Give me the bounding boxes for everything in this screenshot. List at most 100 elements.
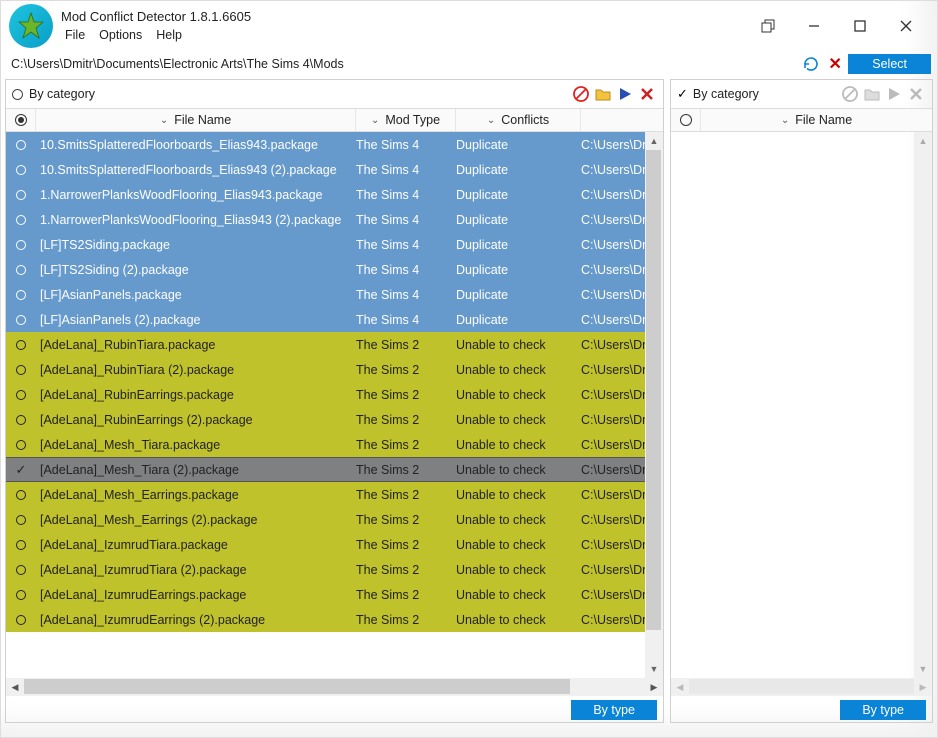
- row-select-circle[interactable]: [6, 415, 36, 425]
- row-select-circle[interactable]: [6, 140, 36, 150]
- row-select-circle[interactable]: [6, 290, 36, 300]
- close-icon[interactable]: [883, 11, 929, 41]
- row-select-circle[interactable]: [6, 590, 36, 600]
- row-select-circle[interactable]: [6, 190, 36, 200]
- cell-filename: [AdeLana]_Mesh_Tiara (2).package: [36, 463, 356, 477]
- table-row[interactable]: 1.NarrowerPlanksWoodFlooring_Elias943 (2…: [6, 207, 663, 232]
- right-toolbar-icons: [840, 84, 926, 104]
- h-scroll-thumb[interactable]: [24, 679, 570, 694]
- row-select-circle[interactable]: [6, 540, 36, 550]
- by-category-check-right[interactable]: ✓: [677, 86, 688, 102]
- menu-help[interactable]: Help: [154, 26, 192, 44]
- table-row[interactable]: [AdeLana]_Mesh_Tiara.packageThe Sims 2Un…: [6, 432, 663, 457]
- select-button[interactable]: Select: [848, 54, 931, 74]
- table-row[interactable]: [AdeLana]_IzumrudEarrings (2).packageThe…: [6, 607, 663, 632]
- row-select-circle[interactable]: [6, 240, 36, 250]
- right-body: ⌄File Name ▲ ▼ ◀ ▶: [671, 108, 932, 696]
- table-row[interactable]: 10.SmitsSplatteredFloorboards_Elias943.p…: [6, 132, 663, 157]
- play-icon[interactable]: [615, 84, 635, 104]
- cell-modtype: The Sims 4: [356, 138, 456, 152]
- row-select-circle[interactable]: [6, 515, 36, 525]
- no-entry-icon[interactable]: [571, 84, 591, 104]
- cell-conflict: Duplicate: [456, 288, 581, 302]
- delete-icon[interactable]: [637, 84, 657, 104]
- table-row[interactable]: [AdeLana]_RubinTiara.packageThe Sims 2Un…: [6, 332, 663, 357]
- left-vertical-scrollbar[interactable]: ▲ ▼: [645, 132, 663, 678]
- table-row[interactable]: 1.NarrowerPlanksWoodFlooring_Elias943.pa…: [6, 182, 663, 207]
- minimize-icon[interactable]: [791, 11, 837, 41]
- table-row[interactable]: [AdeLana]_RubinEarrings (2).packageThe S…: [6, 407, 663, 432]
- cell-filename: [LF]TS2Siding.package: [36, 238, 356, 252]
- scroll-down-icon[interactable]: ▼: [645, 660, 663, 678]
- row-select-circle[interactable]: [6, 265, 36, 275]
- cell-conflict: Unable to check: [456, 363, 581, 377]
- h-scroll-thumb-disabled: [689, 679, 914, 694]
- table-row[interactable]: [AdeLana]_Mesh_Earrings.packageThe Sims …: [6, 482, 663, 507]
- col-header-path[interactable]: [581, 109, 663, 131]
- table-row[interactable]: [LF]AsianPanels (2).packageThe Sims 4Dup…: [6, 307, 663, 332]
- cell-conflict: Unable to check: [456, 488, 581, 502]
- cell-conflict: Duplicate: [456, 213, 581, 227]
- table-row[interactable]: [AdeLana]_IzumrudTiara (2).packageThe Si…: [6, 557, 663, 582]
- folder-icon[interactable]: [593, 84, 613, 104]
- titlebar: Mod Conflict Detector 1.8.1.6605 File Op…: [1, 1, 937, 51]
- row-select-circle[interactable]: [6, 365, 36, 375]
- folder-icon-disabled: [862, 84, 882, 104]
- scroll-right-icon[interactable]: ▶: [645, 678, 663, 696]
- restore-down-icon[interactable]: [745, 11, 791, 41]
- cell-conflict: Unable to check: [456, 538, 581, 552]
- cell-filename: [AdeLana]_Mesh_Earrings (2).package: [36, 513, 356, 527]
- table-row[interactable]: [AdeLana]_IzumrudEarrings.packageThe Sim…: [6, 582, 663, 607]
- table-row[interactable]: 10.SmitsSplatteredFloorboards_Elias943 (…: [6, 157, 663, 182]
- by-type-button-left[interactable]: By type: [571, 700, 657, 720]
- col-header-modtype[interactable]: ⌄Mod Type: [356, 109, 456, 131]
- cell-filename: 10.SmitsSplatteredFloorboards_Elias943 (…: [36, 163, 356, 177]
- right-select-all-radio[interactable]: [671, 109, 701, 131]
- row-select-circle[interactable]: [6, 490, 36, 500]
- left-header: ⌄File Name ⌄Mod Type ⌄Conflicts: [6, 108, 663, 132]
- folder-path[interactable]: C:\Users\Dmitr\Documents\Electronic Arts…: [7, 57, 344, 71]
- table-row[interactable]: [AdeLana]_RubinTiara (2).packageThe Sims…: [6, 357, 663, 382]
- cell-filename: 10.SmitsSplatteredFloorboards_Elias943.p…: [36, 138, 356, 152]
- right-footer: By type: [671, 696, 932, 722]
- table-row[interactable]: [AdeLana]_Mesh_Earrings (2).packageThe S…: [6, 507, 663, 532]
- row-select-circle[interactable]: [6, 315, 36, 325]
- col-header-filename[interactable]: ⌄File Name: [36, 109, 356, 131]
- menu-options[interactable]: Options: [97, 26, 152, 44]
- table-row[interactable]: [LF]TS2Siding.packageThe Sims 4Duplicate…: [6, 232, 663, 257]
- table-row[interactable]: [AdeLana]_RubinEarrings.packageThe Sims …: [6, 382, 663, 407]
- by-category-radio-left[interactable]: [12, 89, 23, 100]
- scroll-thumb[interactable]: [646, 150, 661, 630]
- app-title: Mod Conflict Detector 1.8.1.6605: [61, 9, 251, 24]
- row-select-circle[interactable]: [6, 165, 36, 175]
- scroll-left-icon-disabled: ◀: [671, 678, 689, 696]
- table-row[interactable]: [AdeLana]_IzumrudTiara.packageThe Sims 2…: [6, 532, 663, 557]
- refresh-icon[interactable]: [802, 55, 820, 73]
- table-row[interactable]: [LF]TS2Siding (2).packageThe Sims 4Dupli…: [6, 257, 663, 282]
- by-type-button-right[interactable]: By type: [840, 700, 926, 720]
- scroll-up-icon[interactable]: ▲: [645, 132, 663, 150]
- cell-modtype: The Sims 2: [356, 438, 456, 452]
- cell-filename: [AdeLana]_IzumrudEarrings.package: [36, 588, 356, 602]
- row-select-circle[interactable]: [6, 615, 36, 625]
- row-select-circle[interactable]: [6, 440, 36, 450]
- table-row[interactable]: ✓[AdeLana]_Mesh_Tiara (2).packageThe Sim…: [6, 457, 663, 482]
- row-select-circle[interactable]: [6, 390, 36, 400]
- scroll-left-icon[interactable]: ◀: [6, 678, 24, 696]
- maximize-icon[interactable]: [837, 11, 883, 41]
- cell-filename: 1.NarrowerPlanksWoodFlooring_Elias943.pa…: [36, 188, 356, 202]
- row-select-circle[interactable]: [6, 340, 36, 350]
- col-header-filename-right[interactable]: ⌄File Name: [701, 109, 932, 131]
- row-select-circle[interactable]: [6, 215, 36, 225]
- left-horizontal-scrollbar[interactable]: ◀ ▶: [6, 678, 663, 696]
- select-all-radio[interactable]: [6, 109, 36, 131]
- menu-file[interactable]: File: [61, 26, 95, 44]
- clear-path-icon[interactable]: ✕: [826, 54, 844, 74]
- cell-filename: [AdeLana]_Mesh_Earrings.package: [36, 488, 356, 502]
- cell-conflict: Unable to check: [456, 513, 581, 527]
- row-select-circle[interactable]: [6, 565, 36, 575]
- right-horizontal-scrollbar: ◀ ▶: [671, 678, 932, 696]
- table-row[interactable]: [LF]AsianPanels.packageThe Sims 4Duplica…: [6, 282, 663, 307]
- col-header-conflicts[interactable]: ⌄Conflicts: [456, 109, 581, 131]
- row-select-circle[interactable]: ✓: [6, 462, 36, 478]
